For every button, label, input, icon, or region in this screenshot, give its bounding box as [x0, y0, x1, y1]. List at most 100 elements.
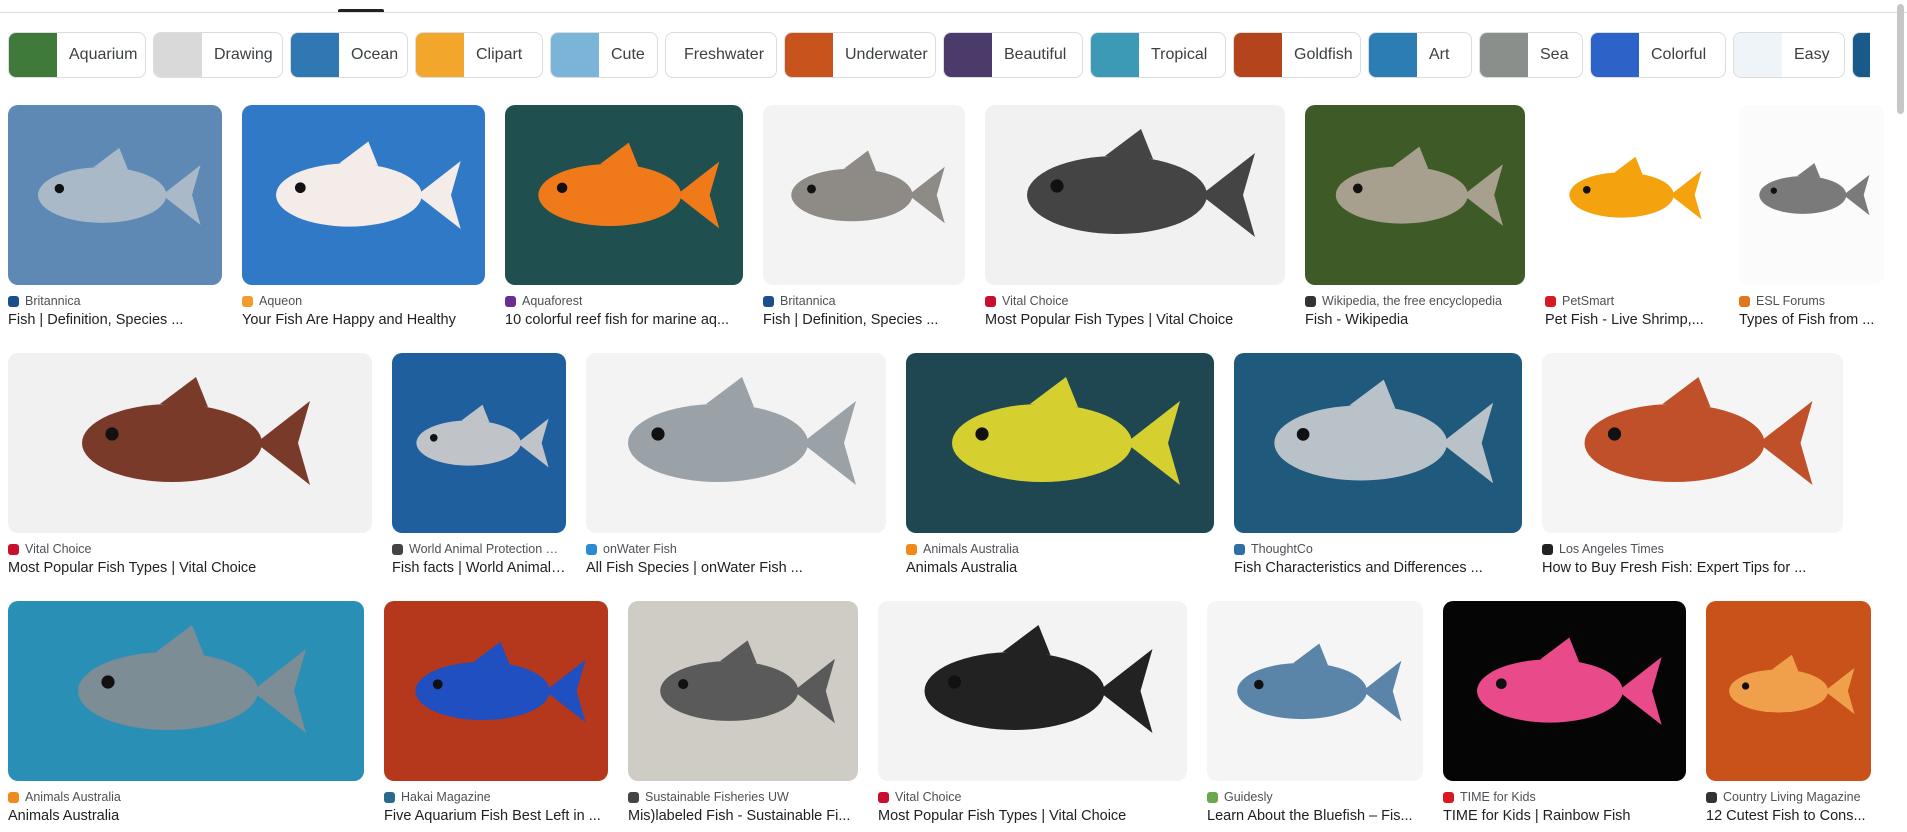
result-source[interactable]: Country Living Magazine [1706, 789, 1871, 805]
image-result-card[interactable]: Britannica Fish | Definition, Species ... [8, 105, 222, 328]
result-title[interactable]: How to Buy Fresh Fish: Expert Tips for .… [1542, 560, 1843, 576]
result-source[interactable]: Sustainable Fisheries UW [628, 789, 858, 805]
chip-ocean[interactable]: Ocean [290, 32, 408, 78]
result-thumbnail[interactable] [8, 353, 372, 533]
image-result-card[interactable]: Aquaforest 10 colorful reef fish for mari… [505, 105, 743, 328]
result-thumbnail[interactable] [384, 601, 608, 781]
result-thumbnail[interactable] [1739, 105, 1884, 285]
result-source[interactable]: ESL Forums [1739, 293, 1884, 309]
scrollbar[interactable] [1897, 4, 1904, 114]
result-title[interactable]: All Fish Species | onWater Fish ... [586, 560, 886, 576]
result-title[interactable]: Most Popular Fish Types | Vital Choice [8, 560, 372, 576]
chip-beautiful[interactable]: Beautiful [943, 32, 1083, 78]
result-source[interactable]: Wikipedia, the free encyclopedia [1305, 293, 1525, 309]
chip-art[interactable]: Art [1368, 32, 1472, 78]
result-title[interactable]: Your Fish Are Happy and Healthy [242, 312, 485, 328]
result-source[interactable]: Vital Choice [985, 293, 1285, 309]
image-result-card[interactable]: PetSmart Pet Fish - Live Shrimp,... [1545, 105, 1719, 328]
result-source[interactable]: Los Angeles Times [1542, 541, 1843, 557]
result-thumbnail[interactable] [763, 105, 965, 285]
image-result-card[interactable]: Animals Australia Animals Australia [906, 353, 1214, 576]
result-source[interactable]: Guidesly [1207, 789, 1423, 805]
result-source[interactable]: Hakai Magazine [384, 789, 608, 805]
image-result-card[interactable]: ThoughtCo Fish Characteristics and Differ… [1234, 353, 1522, 576]
result-thumbnail[interactable] [392, 353, 566, 533]
image-result-card[interactable]: Hakai Magazine Five Aquarium Fish Best Le… [384, 601, 608, 824]
image-result-card[interactable]: ESL Forums Types of Fish from ... [1739, 105, 1884, 328]
result-source[interactable]: onWater Fish [586, 541, 886, 557]
chip-aquarium[interactable]: Aquarium [8, 32, 146, 78]
result-thumbnail[interactable] [1443, 601, 1686, 781]
result-thumbnail[interactable] [628, 601, 858, 781]
result-thumbnail[interactable] [985, 105, 1285, 285]
chip-easy[interactable]: Easy [1733, 32, 1845, 78]
result-source[interactable]: World Animal Protection Ca... [392, 541, 566, 557]
image-result-card[interactable]: Wikipedia, the free encyclopedia Fish - W… [1305, 105, 1525, 328]
result-thumbnail[interactable] [8, 601, 364, 781]
result-source[interactable]: Aquaforest [505, 293, 743, 309]
result-title[interactable]: 12 Cutest Fish to Cons... [1706, 808, 1871, 824]
result-source[interactable]: ThoughtCo [1234, 541, 1522, 557]
chip-underwater[interactable]: Underwater [784, 32, 936, 78]
result-title[interactable]: Types of Fish from ... [1739, 312, 1884, 328]
result-thumbnail[interactable] [1542, 353, 1843, 533]
chip-more[interactable] [1852, 32, 1870, 78]
chip-clipart[interactable]: Clipart [415, 32, 543, 78]
result-title[interactable]: 10 colorful reef fish for marine aq... [505, 312, 743, 328]
result-thumbnail[interactable] [1305, 105, 1525, 285]
chip-sea[interactable]: Sea [1479, 32, 1583, 78]
result-thumbnail[interactable] [1234, 353, 1522, 533]
result-thumbnail[interactable] [1706, 601, 1871, 781]
result-source[interactable]: Vital Choice [878, 789, 1187, 805]
result-source[interactable]: Vital Choice [8, 541, 372, 557]
image-result-card[interactable]: Britannica Fish | Definition, Species ... [763, 105, 965, 328]
result-title[interactable]: Fish | Definition, Species ... [8, 312, 222, 328]
result-source[interactable]: PetSmart [1545, 293, 1719, 309]
result-title[interactable]: Most Popular Fish Types | Vital Choice [985, 312, 1285, 328]
result-title[interactable]: Learn About the Bluefish – Fis... [1207, 808, 1423, 824]
result-title[interactable]: Animals Australia [8, 808, 364, 824]
result-thumbnail[interactable] [1207, 601, 1423, 781]
result-title[interactable]: Most Popular Fish Types | Vital Choice [878, 808, 1187, 824]
result-title[interactable]: Animals Australia [906, 560, 1214, 576]
result-title[interactable]: Mis)labeled Fish - Sustainable Fi... [628, 808, 858, 824]
result-source[interactable]: Animals Australia [8, 789, 364, 805]
image-result-card[interactable]: Vital Choice Most Popular Fish Types | Vi… [878, 601, 1187, 824]
result-title[interactable]: Fish Characteristics and Differences ... [1234, 560, 1522, 576]
chip-tropical[interactable]: Tropical [1090, 32, 1226, 78]
result-title[interactable]: Pet Fish - Live Shrimp,... [1545, 312, 1719, 328]
result-thumbnail[interactable] [1545, 105, 1719, 285]
image-result-card[interactable]: World Animal Protection Ca... Fish facts … [392, 353, 566, 576]
result-title[interactable]: Fish facts | World Animal ... [392, 560, 566, 576]
chip-freshwater[interactable]: Freshwater [665, 32, 777, 78]
result-thumbnail[interactable] [242, 105, 485, 285]
result-title[interactable]: TIME for Kids | Rainbow Fish [1443, 808, 1686, 824]
result-source[interactable]: Aqueon [242, 293, 485, 309]
image-result-card[interactable]: Vital Choice Most Popular Fish Types | Vi… [985, 105, 1285, 328]
result-source[interactable]: Britannica [8, 293, 222, 309]
result-source[interactable]: Animals Australia [906, 541, 1214, 557]
image-result-card[interactable]: TIME for Kids TIME for Kids | Rainbow Fis… [1443, 601, 1686, 824]
result-thumbnail[interactable] [906, 353, 1214, 533]
image-result-card[interactable]: Country Living Magazine 12 Cutest Fish to… [1706, 601, 1871, 824]
image-result-card[interactable]: onWater Fish All Fish Species | onWater F… [586, 353, 886, 576]
result-thumbnail[interactable] [586, 353, 886, 533]
result-title[interactable]: Five Aquarium Fish Best Left in ... [384, 808, 608, 824]
image-result-card[interactable]: Guidesly Learn About the Bluefish – Fis..… [1207, 601, 1423, 824]
chip-goldfish[interactable]: Goldfish [1233, 32, 1361, 78]
result-thumbnail[interactable] [505, 105, 743, 285]
chip-drawing[interactable]: Drawing [153, 32, 283, 78]
result-title[interactable]: Fish | Definition, Species ... [763, 312, 965, 328]
chip-cute[interactable]: Cute [550, 32, 658, 78]
result-title[interactable]: Fish - Wikipedia [1305, 312, 1525, 328]
image-result-card[interactable]: Aqueon Your Fish Are Happy and Healthy [242, 105, 485, 328]
result-source[interactable]: Britannica [763, 293, 965, 309]
image-result-card[interactable]: Los Angeles Times How to Buy Fresh Fish: … [1542, 353, 1843, 576]
result-thumbnail[interactable] [878, 601, 1187, 781]
result-thumbnail[interactable] [8, 105, 222, 285]
chip-colorful[interactable]: Colorful [1590, 32, 1726, 78]
image-result-card[interactable]: Sustainable Fisheries UW Mis)labeled Fish… [628, 601, 858, 824]
result-source[interactable]: TIME for Kids [1443, 789, 1686, 805]
image-result-card[interactable]: Vital Choice Most Popular Fish Types | Vi… [8, 353, 372, 576]
image-result-card[interactable]: Animals Australia Animals Australia [8, 601, 364, 824]
